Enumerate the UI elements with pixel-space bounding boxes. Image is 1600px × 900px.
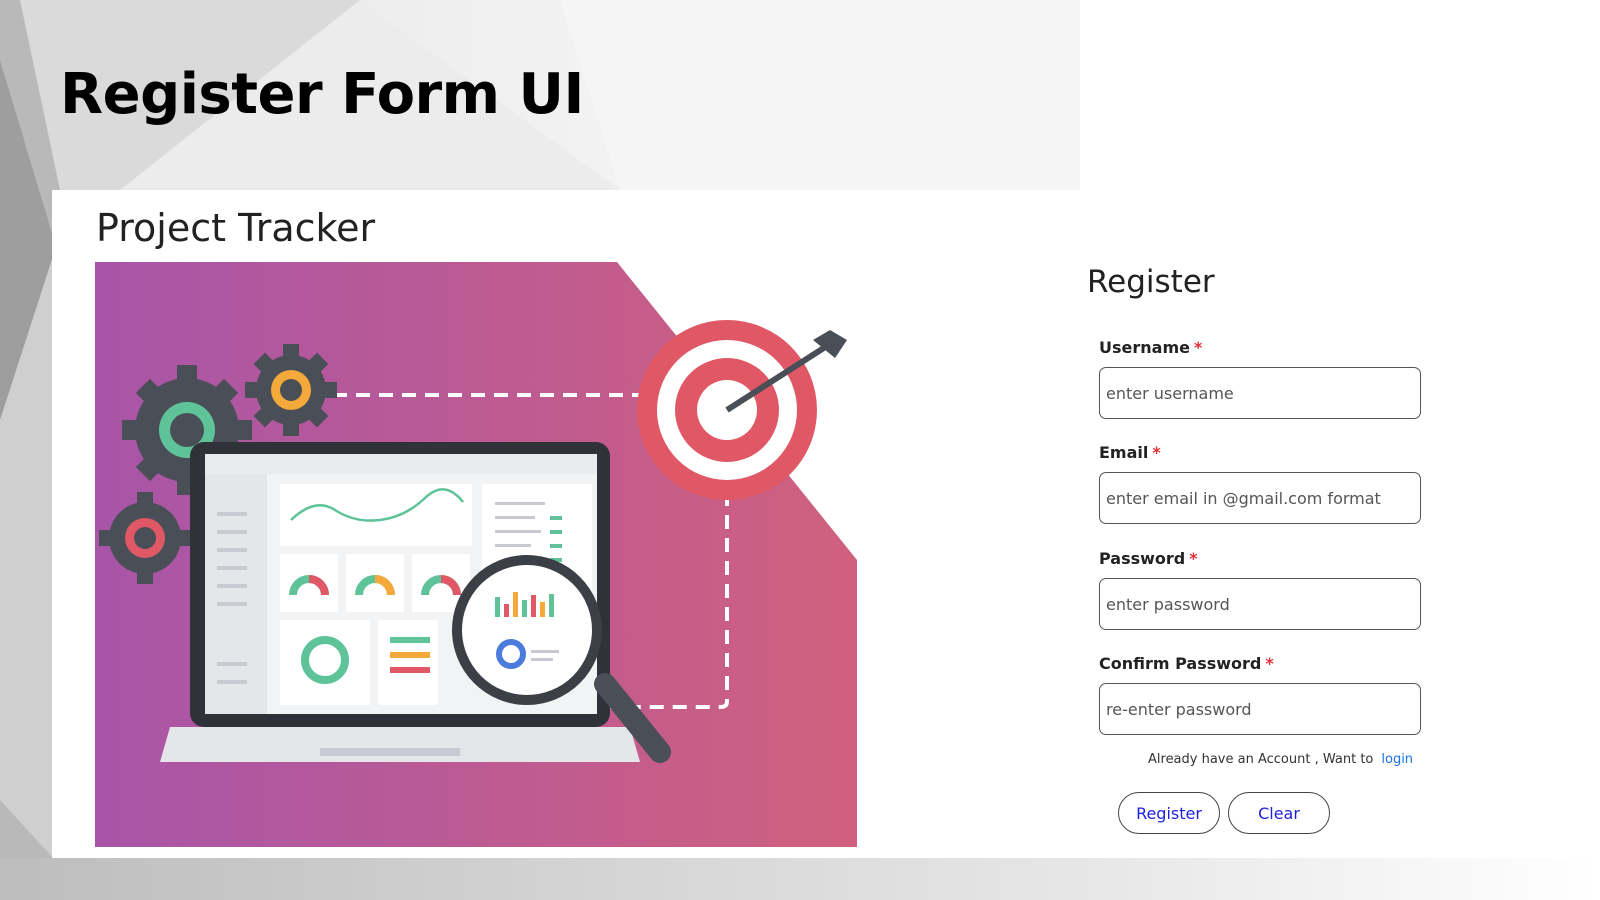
login-prompt: Already have an Account , Want to login (1148, 752, 1413, 767)
hero-illustration (95, 262, 857, 847)
login-link[interactable]: login (1381, 752, 1413, 767)
gauge-icon (346, 554, 404, 612)
register-button[interactable]: Register (1118, 792, 1220, 834)
confirm-password-label: Confirm Password * (1099, 654, 1274, 673)
required-mark: * (1193, 338, 1203, 357)
username-field-group: Username * (1099, 338, 1421, 419)
confirm-password-field-group: Confirm Password * (1099, 654, 1421, 735)
email-input[interactable] (1099, 472, 1421, 524)
confirm-password-input[interactable] (1099, 683, 1421, 735)
required-mark: * (1265, 654, 1274, 673)
clear-button[interactable]: Clear (1228, 792, 1330, 834)
login-prompt-text: Already have an Account , Want to (1148, 752, 1374, 767)
password-label: Password * (1099, 549, 1198, 568)
required-mark: * (1189, 549, 1198, 568)
password-field-group: Password * (1099, 549, 1421, 630)
email-label: Email * (1099, 443, 1161, 462)
app-title: Project Tracker (96, 206, 376, 250)
password-input[interactable] (1099, 578, 1421, 630)
register-heading: Register (1087, 264, 1215, 300)
email-field-group: Email * (1099, 443, 1421, 524)
username-label: Username * (1099, 338, 1203, 357)
slide-title: Register Form UI (60, 62, 584, 127)
donut-chart-icon (280, 620, 370, 705)
required-mark: * (1152, 443, 1161, 462)
gauge-icon (280, 554, 338, 612)
username-input[interactable] (1099, 367, 1421, 419)
